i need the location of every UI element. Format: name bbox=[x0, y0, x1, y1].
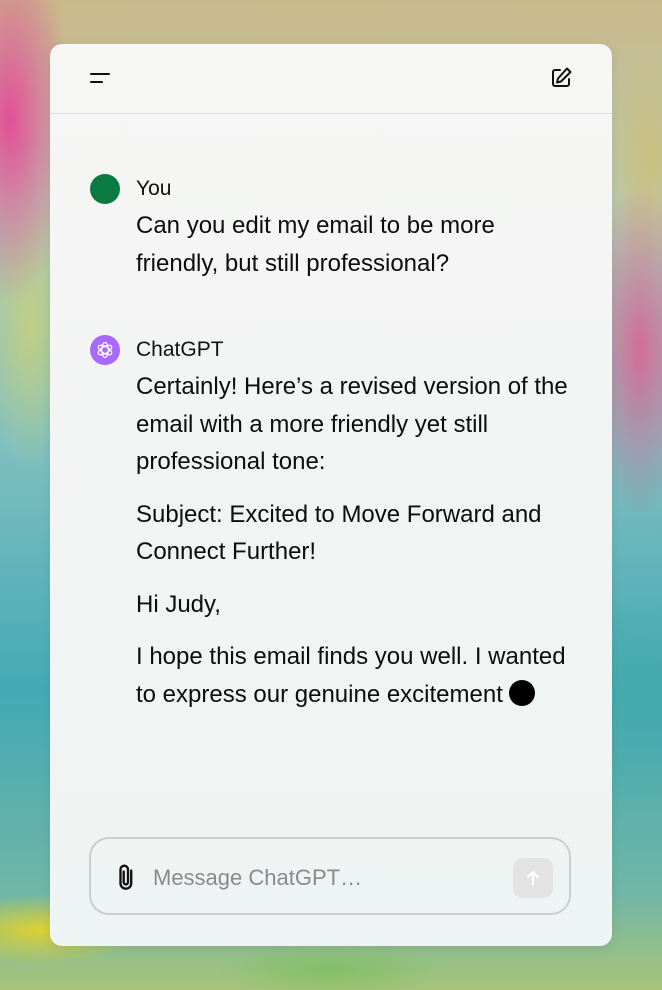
arrow-up-icon bbox=[526, 871, 540, 886]
user-avatar bbox=[90, 174, 120, 204]
chat-window: You Can you edit my email to be more fri… bbox=[50, 44, 612, 946]
user-message: You Can you edit my email to be more fri… bbox=[90, 173, 582, 297]
message-paragraph-last: I hope this email finds you well. I want… bbox=[136, 638, 582, 713]
message-paragraph: Certainly! Here’s a revised version of t… bbox=[136, 373, 568, 475]
message-paragraph-text: I hope this email finds you well. I want… bbox=[136, 643, 566, 708]
streaming-cursor bbox=[508, 679, 535, 706]
menu-icon[interactable] bbox=[88, 66, 112, 90]
send-button[interactable] bbox=[513, 858, 553, 898]
message-input[interactable] bbox=[151, 859, 495, 897]
message-paragraph: Subject: Excited to Move Forward and Con… bbox=[136, 500, 542, 566]
paperclip-icon[interactable] bbox=[115, 863, 141, 893]
openai-logo-icon bbox=[90, 335, 120, 365]
top-bar bbox=[50, 44, 612, 114]
assistant-message: ChatGPT Certainly! Here’s a revised vers… bbox=[90, 334, 582, 728]
new-chat-icon[interactable] bbox=[549, 66, 573, 90]
message-composer bbox=[89, 837, 571, 915]
message-text: Can you edit my email to be more friendl… bbox=[136, 212, 495, 277]
message-author: You bbox=[136, 177, 172, 200]
message-paragraph: Hi Judy, bbox=[136, 590, 221, 618]
message-author: ChatGPT bbox=[136, 338, 224, 361]
